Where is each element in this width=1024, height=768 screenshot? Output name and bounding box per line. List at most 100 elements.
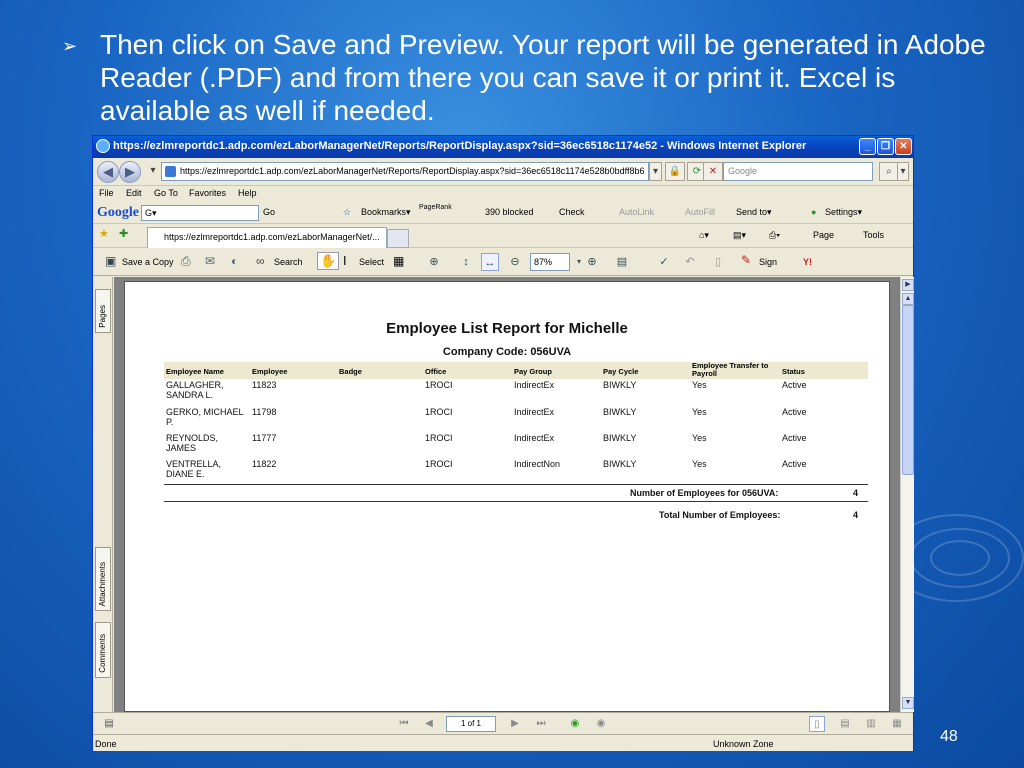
tab-report-label: https://ezlmreportdc1.adp.com/ezLaborMan… <box>164 232 380 242</box>
sendto-button[interactable]: Send to▾ <box>736 207 772 218</box>
tab-report[interactable]: https://ezlmreportdc1.adp.com/ezLaborMan… <box>147 227 387 248</box>
organizer-icon[interactable]: ◐ <box>231 254 238 268</box>
bookmarks-button[interactable]: Bookmarks▾ <box>361 207 411 218</box>
continuous-facing-icon[interactable]: ▦ <box>889 716 905 732</box>
security-zone: Unknown Zone <box>713 739 774 749</box>
previous-page-icon[interactable]: ◀ <box>421 716 437 732</box>
cell-name: REYNOLDS, JAMES <box>166 433 219 453</box>
home-icon[interactable]: ⌂▾ <box>699 230 709 241</box>
print-icon[interactable]: ⎙▾ <box>769 230 780 241</box>
forward-button[interactable]: ▶ <box>119 161 141 183</box>
history-dropdown-icon[interactable]: ▾ <box>143 162 163 181</box>
col-header: Employee Name <box>166 367 224 376</box>
first-page-icon[interactable]: ⏮ <box>396 716 412 732</box>
google-go-button[interactable]: Go <box>263 207 275 217</box>
menu-file[interactable]: File <box>99 188 114 198</box>
menu-goto[interactable]: Go To <box>154 188 178 198</box>
stop-icon[interactable]: ✕ <box>703 162 723 181</box>
rotate-icon[interactable]: ↶ <box>681 253 699 271</box>
page-indicator[interactable]: 1 of 1 <box>446 716 496 732</box>
next-page-icon[interactable]: ▶ <box>507 716 523 732</box>
add-favorite-icon[interactable]: ✚ <box>119 227 128 240</box>
document-area: Employee List Report for Michelle Compan… <box>114 277 900 712</box>
search-icon[interactable]: ⌕ <box>879 162 899 181</box>
zoom-in-icon[interactable]: ⊕ <box>425 253 443 271</box>
pages-tab-label: Pages <box>98 305 107 328</box>
new-tab-button[interactable] <box>387 229 409 248</box>
feeds-icon[interactable]: ▤▾ <box>733 230 746 241</box>
yahoo-icon[interactable]: Y! <box>803 257 812 267</box>
last-page-icon[interactable]: ⏭ <box>533 716 549 732</box>
back-button[interactable]: ◀ <box>97 161 119 183</box>
lock-icon[interactable]: 🔒 <box>665 162 685 181</box>
zoom-out-icon[interactable]: ⊖ <box>506 253 524 271</box>
settings-button[interactable]: Settings▾ <box>825 207 862 218</box>
scroll-up-arrow-icon[interactable]: ▲ <box>902 293 914 305</box>
search-pdf-button[interactable]: Search <box>274 257 303 267</box>
bullet-arrow-icon: ➢ <box>62 36 78 56</box>
restore-button[interactable]: ❐ <box>877 138 894 155</box>
snapshot-icon[interactable]: ▦ <box>393 254 404 268</box>
continuous-icon[interactable]: ▤ <box>837 716 853 732</box>
scroll-down-icon[interactable]: ▼ <box>902 697 914 709</box>
hand-tool-icon[interactable]: ✋ <box>317 252 340 270</box>
close-button[interactable]: ✕ <box>895 138 912 155</box>
address-text: https://ezlmreportdc1.adp.com/ezLaborMan… <box>180 166 645 176</box>
email-icon[interactable]: ✉ <box>205 254 215 268</box>
menu-bar: File Edit Go To Favorites Help <box>93 186 913 202</box>
google-toolbar: Google G▾ Go ☆ Bookmarks▾ PageRank 390 b… <box>93 202 913 224</box>
panel-toggle-icon[interactable]: ▤ <box>101 716 117 732</box>
cell-paycycle: BIWKLY <box>603 380 637 390</box>
col-header: Pay Group <box>514 367 552 376</box>
col-header: Status <box>782 367 805 376</box>
scroll-up-icon[interactable]: ▶ <box>902 279 914 291</box>
minimize-button[interactable]: _ <box>859 138 876 155</box>
comments-tab[interactable]: Comments <box>95 622 111 678</box>
fit-height-icon[interactable]: ↕ <box>457 253 475 271</box>
divider <box>164 501 868 502</box>
page-menu-button[interactable]: Page <box>813 230 834 240</box>
facing-icon[interactable]: ▥ <box>863 716 879 732</box>
zoom-input[interactable]: 87% <box>530 253 570 271</box>
pages-tab[interactable]: Pages <box>95 289 111 333</box>
cell-paygroup: IndirectEx <box>514 407 555 417</box>
favorites-star-icon[interactable]: ★ <box>99 227 109 240</box>
address-input[interactable]: https://ezlmreportdc1.adp.com/ezLaborMan… <box>161 162 649 181</box>
search-input[interactable]: Google <box>723 162 873 181</box>
select-tool-button[interactable]: Select <box>359 257 384 267</box>
previous-view-icon[interactable]: ◉ <box>567 716 583 732</box>
tools-menu-button[interactable]: Tools <box>863 230 884 240</box>
google-search-input[interactable]: G▾ <box>141 205 259 221</box>
address-dropdown-icon[interactable]: ▾ <box>649 162 662 181</box>
menu-edit[interactable]: Edit <box>126 188 142 198</box>
sign-button[interactable]: Sign <box>759 257 777 267</box>
menu-help[interactable]: Help <box>238 188 257 198</box>
vertical-scrollbar[interactable]: ▶ ▲ ▼ <box>900 277 914 712</box>
spellcheck-button[interactable]: Check <box>559 207 585 217</box>
attachments-tab[interactable]: Attachments <box>95 547 111 611</box>
page-layout-icon[interactable]: ▤ <box>613 253 631 271</box>
single-page-icon[interactable]: ▯ <box>809 716 825 732</box>
zoom-in-small-icon[interactable]: ⊕ <box>583 253 601 271</box>
cell-name: VENTRELLA, DIANE E. <box>166 459 222 479</box>
autolink-button[interactable]: AutoLink <box>619 207 654 217</box>
cell-transfer: Yes <box>692 380 707 390</box>
autofill-button[interactable]: AutoFill <box>685 207 715 217</box>
save-copy-button[interactable]: Save a Copy <box>122 257 174 267</box>
pagerank-indicator[interactable]: PageRank <box>419 204 452 211</box>
window-title: https://ezlmreportdc1.adp.com/ezLaborMan… <box>113 140 807 152</box>
cell-status: Active <box>782 459 807 469</box>
menu-favorites[interactable]: Favorites <box>189 188 226 198</box>
fit-width-icon[interactable]: ↔ <box>481 253 499 271</box>
search-options-icon[interactable]: ▾ <box>897 162 909 181</box>
cell-paycycle: BIWKLY <box>603 459 637 469</box>
print-pdf-icon[interactable]: ⎙ <box>181 254 191 269</box>
spellcheck-pdf-icon[interactable]: ✓ <box>655 253 673 271</box>
cell-status: Active <box>782 380 807 390</box>
document-icon[interactable]: ▯ <box>709 253 727 271</box>
popup-blocked-button[interactable]: 390 blocked <box>485 207 534 217</box>
scroll-thumb[interactable] <box>902 305 914 475</box>
col-header: Employee Transfer to Payroll <box>692 361 769 378</box>
next-view-icon[interactable]: ◉ <box>593 716 609 732</box>
status-text: Done <box>95 739 117 749</box>
